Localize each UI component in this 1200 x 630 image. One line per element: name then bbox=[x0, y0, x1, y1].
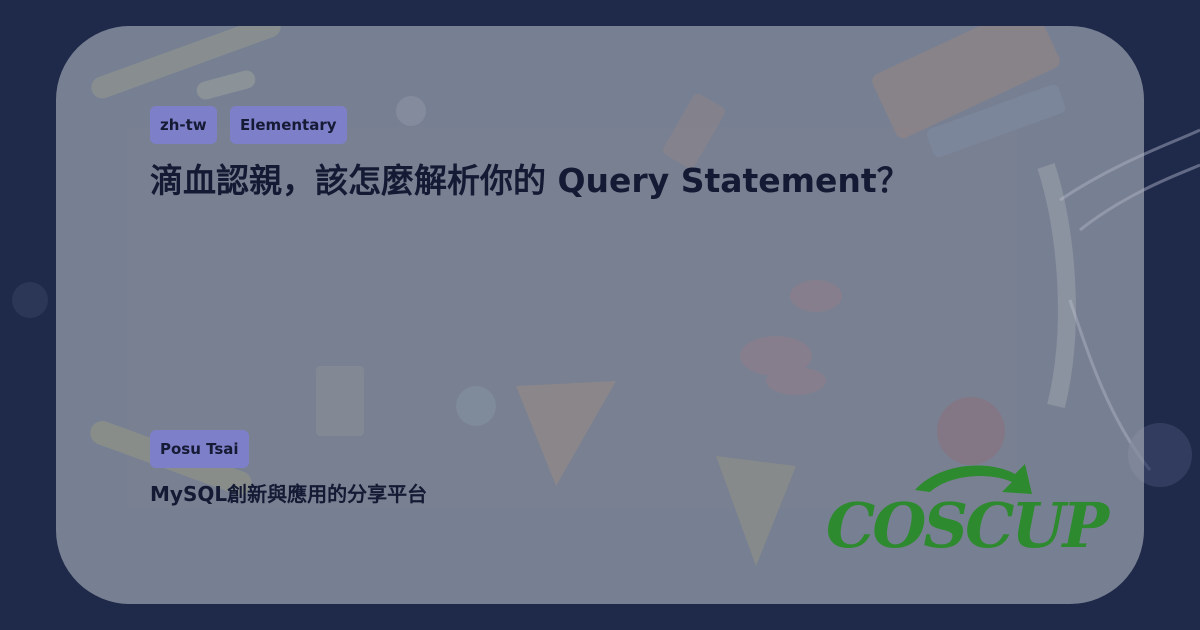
svg-text:COSCUP: COSCUP bbox=[826, 489, 1110, 562]
coscup-logo: COSCUP bbox=[826, 464, 1110, 562]
language-tag: zh-tw bbox=[150, 106, 217, 144]
level-tag: Elementary bbox=[230, 106, 347, 144]
session-subtitle: MySQL創新與應用的分享平台 bbox=[150, 482, 428, 506]
speaker-name: Posu Tsai bbox=[150, 430, 249, 468]
session-title: 滴血認親，該怎麼解析你的 Query Statement？ bbox=[150, 161, 910, 200]
